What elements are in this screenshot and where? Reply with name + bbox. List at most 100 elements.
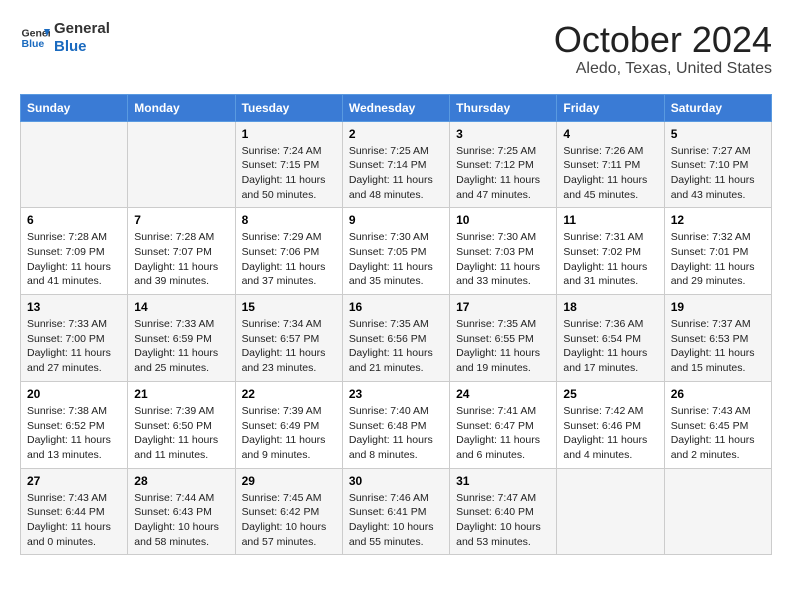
calendar-cell: 30 Sunrise: 7:46 AM Sunset: 6:41 PM Dayli… (342, 468, 449, 555)
day-number: 24 (456, 387, 550, 401)
day-info: Sunrise: 7:39 AM Sunset: 6:49 PM Dayligh… (242, 404, 336, 463)
calendar-cell: 13Sunrise: 7:33 AM Sunset: 7:00 PM Dayli… (21, 295, 128, 382)
page-header: General Blue General Blue October 2024 A… (20, 20, 772, 78)
day-number: 12 (671, 213, 765, 227)
calendar-cell: 28Sunrise: 7:44 AM Sunset: 6:43 PM Dayli… (128, 468, 235, 555)
calendar-cell: 21Sunrise: 7:39 AM Sunset: 6:50 PM Dayli… (128, 381, 235, 468)
day-info: Sunrise: 7:26 AM Sunset: 7:11 PM Dayligh… (563, 144, 657, 203)
calendar-cell: 1 Sunrise: 7:24 AM Sunset: 7:15 PM Daylig… (235, 121, 342, 208)
calendar-cell: 12 Sunrise: 7:32 AM Sunset: 7:01 PM Dayli… (664, 208, 771, 295)
day-number: 11 (563, 213, 657, 227)
day-info: Sunrise: 7:37 AM Sunset: 6:53 PM Dayligh… (671, 317, 765, 376)
week-row-1: 1 Sunrise: 7:24 AM Sunset: 7:15 PM Daylig… (21, 121, 772, 208)
calendar-cell (128, 121, 235, 208)
calendar-cell: 19 Sunrise: 7:37 AM Sunset: 6:53 PM Dayli… (664, 295, 771, 382)
day-number: 27 (27, 474, 121, 488)
week-row-2: 6 Sunrise: 7:28 AM Sunset: 7:09 PM Daylig… (21, 208, 772, 295)
calendar-cell: 15Sunrise: 7:34 AM Sunset: 6:57 PM Dayli… (235, 295, 342, 382)
day-number: 5 (671, 127, 765, 141)
day-number: 26 (671, 387, 765, 401)
day-info: Sunrise: 7:24 AM Sunset: 7:15 PM Dayligh… (242, 144, 336, 203)
weekday-header-row: SundayMondayTuesdayWednesdayThursdayFrid… (21, 94, 772, 121)
day-number: 25 (563, 387, 657, 401)
day-info: Sunrise: 7:28 AM Sunset: 7:09 PM Dayligh… (27, 230, 121, 289)
day-number: 20 (27, 387, 121, 401)
weekday-header-wednesday: Wednesday (342, 94, 449, 121)
calendar-cell: 31 Sunrise: 7:47 AM Sunset: 6:40 PM Dayli… (450, 468, 557, 555)
day-info: Sunrise: 7:46 AM Sunset: 6:41 PM Dayligh… (349, 491, 443, 550)
logo-icon: General Blue (20, 23, 50, 53)
day-info: Sunrise: 7:33 AM Sunset: 6:59 PM Dayligh… (134, 317, 228, 376)
day-number: 31 (456, 474, 550, 488)
day-number: 1 (242, 127, 336, 141)
logo: General Blue General Blue (20, 20, 110, 56)
calendar-cell: 18 Sunrise: 7:36 AM Sunset: 6:54 PM Dayli… (557, 295, 664, 382)
calendar-cell: 2 Sunrise: 7:25 AM Sunset: 7:14 PM Daylig… (342, 121, 449, 208)
week-row-4: 20 Sunrise: 7:38 AM Sunset: 6:52 PM Dayli… (21, 381, 772, 468)
day-number: 29 (242, 474, 336, 488)
day-number: 2 (349, 127, 443, 141)
calendar-cell: 20 Sunrise: 7:38 AM Sunset: 6:52 PM Dayli… (21, 381, 128, 468)
calendar-cell: 17 Sunrise: 7:35 AM Sunset: 6:55 PM Dayli… (450, 295, 557, 382)
calendar-cell: 29 Sunrise: 7:45 AM Sunset: 6:42 PM Dayli… (235, 468, 342, 555)
day-info: Sunrise: 7:29 AM Sunset: 7:06 PM Dayligh… (242, 230, 336, 289)
day-info: Sunrise: 7:32 AM Sunset: 7:01 PM Dayligh… (671, 230, 765, 289)
day-number: 8 (242, 213, 336, 227)
calendar-cell: 10 Sunrise: 7:30 AM Sunset: 7:03 PM Dayli… (450, 208, 557, 295)
day-info: Sunrise: 7:35 AM Sunset: 6:55 PM Dayligh… (456, 317, 550, 376)
day-info: Sunrise: 7:31 AM Sunset: 7:02 PM Dayligh… (563, 230, 657, 289)
day-info: Sunrise: 7:44 AM Sunset: 6:43 PM Dayligh… (134, 491, 228, 550)
weekday-header-thursday: Thursday (450, 94, 557, 121)
day-info: Sunrise: 7:25 AM Sunset: 7:14 PM Dayligh… (349, 144, 443, 203)
day-number: 7 (134, 213, 228, 227)
calendar-cell (664, 468, 771, 555)
day-number: 17 (456, 300, 550, 314)
day-info: Sunrise: 7:28 AM Sunset: 7:07 PM Dayligh… (134, 230, 228, 289)
day-number: 9 (349, 213, 443, 227)
day-info: Sunrise: 7:38 AM Sunset: 6:52 PM Dayligh… (27, 404, 121, 463)
day-number: 6 (27, 213, 121, 227)
calendar-cell (21, 121, 128, 208)
day-info: Sunrise: 7:43 AM Sunset: 6:45 PM Dayligh… (671, 404, 765, 463)
day-info: Sunrise: 7:40 AM Sunset: 6:48 PM Dayligh… (349, 404, 443, 463)
day-number: 22 (242, 387, 336, 401)
day-info: Sunrise: 7:33 AM Sunset: 7:00 PM Dayligh… (27, 317, 121, 376)
day-number: 10 (456, 213, 550, 227)
calendar-cell: 14 Sunrise: 7:33 AM Sunset: 6:59 PM Dayli… (128, 295, 235, 382)
calendar-cell: 8 Sunrise: 7:29 AM Sunset: 7:06 PM Daylig… (235, 208, 342, 295)
day-number: 16 (349, 300, 443, 314)
day-number: 30 (349, 474, 443, 488)
weekday-header-monday: Monday (128, 94, 235, 121)
day-info: Sunrise: 7:36 AM Sunset: 6:54 PM Dayligh… (563, 317, 657, 376)
day-info: Sunrise: 7:42 AM Sunset: 6:46 PM Dayligh… (563, 404, 657, 463)
day-info: Sunrise: 7:45 AM Sunset: 6:42 PM Dayligh… (242, 491, 336, 550)
week-row-5: 27Sunrise: 7:43 AM Sunset: 6:44 PM Dayli… (21, 468, 772, 555)
day-number: 4 (563, 127, 657, 141)
calendar-cell: 26 Sunrise: 7:43 AM Sunset: 6:45 PM Dayli… (664, 381, 771, 468)
calendar-cell: 16 Sunrise: 7:35 AM Sunset: 6:56 PM Dayli… (342, 295, 449, 382)
calendar-cell: 27Sunrise: 7:43 AM Sunset: 6:44 PM Dayli… (21, 468, 128, 555)
calendar-cell: 24 Sunrise: 7:41 AM Sunset: 6:47 PM Dayli… (450, 381, 557, 468)
calendar-cell: 4 Sunrise: 7:26 AM Sunset: 7:11 PM Daylig… (557, 121, 664, 208)
day-number: 14 (134, 300, 228, 314)
day-number: 18 (563, 300, 657, 314)
weekday-header-saturday: Saturday (664, 94, 771, 121)
day-info: Sunrise: 7:27 AM Sunset: 7:10 PM Dayligh… (671, 144, 765, 203)
calendar-table: SundayMondayTuesdayWednesdayThursdayFrid… (20, 94, 772, 556)
day-info: Sunrise: 7:47 AM Sunset: 6:40 PM Dayligh… (456, 491, 550, 550)
day-number: 23 (349, 387, 443, 401)
calendar-cell: 5 Sunrise: 7:27 AM Sunset: 7:10 PM Daylig… (664, 121, 771, 208)
day-info: Sunrise: 7:35 AM Sunset: 6:56 PM Dayligh… (349, 317, 443, 376)
day-info: Sunrise: 7:41 AM Sunset: 6:47 PM Dayligh… (456, 404, 550, 463)
title-block: October 2024 Aledo, Texas, United States (554, 20, 772, 78)
calendar-cell: 23 Sunrise: 7:40 AM Sunset: 6:48 PM Dayli… (342, 381, 449, 468)
month-title: October 2024 (554, 20, 772, 60)
svg-text:Blue: Blue (22, 38, 45, 50)
calendar-cell: 7 Sunrise: 7:28 AM Sunset: 7:07 PM Daylig… (128, 208, 235, 295)
day-info: Sunrise: 7:39 AM Sunset: 6:50 PM Dayligh… (134, 404, 228, 463)
day-info: Sunrise: 7:34 AM Sunset: 6:57 PM Dayligh… (242, 317, 336, 376)
day-info: Sunrise: 7:30 AM Sunset: 7:03 PM Dayligh… (456, 230, 550, 289)
day-number: 19 (671, 300, 765, 314)
logo-blue: Blue (54, 38, 110, 56)
day-info: Sunrise: 7:25 AM Sunset: 7:12 PM Dayligh… (456, 144, 550, 203)
